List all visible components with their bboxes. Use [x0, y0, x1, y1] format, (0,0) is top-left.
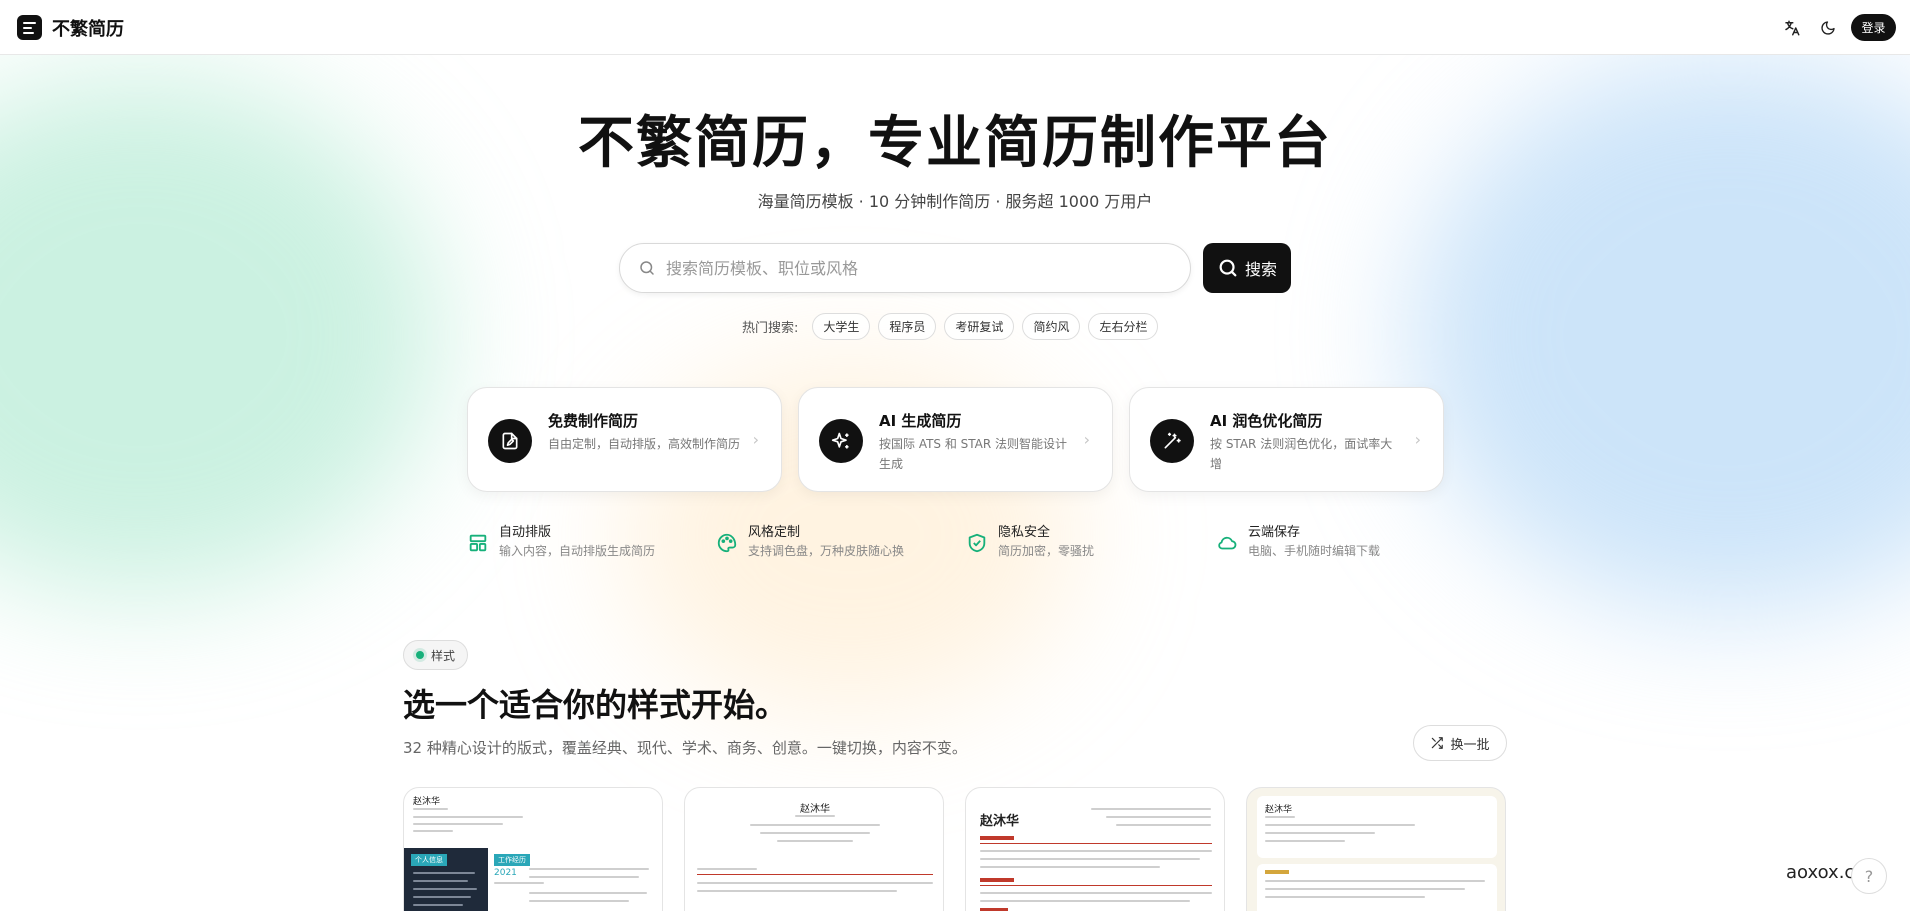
feature-desc: 输入内容，自动排版生成简历 [499, 544, 656, 558]
section-tag-label: 样式 [431, 648, 456, 663]
refresh-label: 换一批 [1450, 737, 1490, 753]
card-free-resume[interactable]: 免费制作简历 自由定制，自动排版，高效制作简历 › [467, 387, 782, 492]
feature-title: 自动排版 [499, 525, 552, 540]
section-desc: 32 种精心设计的版式，覆盖经典、现代、学术、商务、创意。一键切换，内容不变。 [403, 739, 967, 757]
shield-check-icon [968, 533, 986, 553]
file-edit-icon [488, 419, 532, 463]
template-name: 赵沐华 [1265, 805, 1293, 815]
chevron-right-icon: › [752, 430, 759, 449]
hot-tag[interactable]: 左右分栏 [1088, 313, 1159, 340]
card-ai-generate[interactable]: AI 生成简历 按国际 ATS 和 STAR 法则智能设计生成 › [798, 387, 1113, 492]
hot-tag[interactable]: 大学生 [812, 313, 871, 340]
template-card[interactable]: 赵沐华 [1246, 787, 1506, 911]
card-desc: 按 STAR 法则润色优化，面试率大增 [1210, 437, 1393, 471]
feature-cloud-save: 云端保存 电脑、手机随时编辑下载 [1216, 524, 1380, 560]
template-card[interactable]: 赵沐华 [965, 787, 1225, 911]
card-desc: 按国际 ATS 和 STAR 法则智能设计生成 [879, 437, 1068, 471]
status-dot-icon [416, 651, 424, 659]
shuffle-icon [1432, 737, 1444, 749]
template-name: 赵沐华 [800, 804, 830, 815]
hero-subtitle: 海量简历模板 · 10 分钟制作简历 · 服务超 1000 万用户 [757, 192, 1153, 211]
refresh-templates-button[interactable]: 换一批 [1413, 725, 1507, 761]
card-title: AI 生成简历 [879, 412, 962, 430]
template-card[interactable]: 赵沐华 个人信息 工作经历 2021 [403, 787, 663, 911]
hot-search-label: 热门搜索: [742, 321, 799, 336]
feature-title: 风格定制 [748, 525, 801, 540]
card-desc: 自由定制，自动排版，高效制作简历 [548, 437, 741, 451]
template-name: 赵沐华 [413, 797, 441, 807]
chevron-right-icon: › [1414, 430, 1421, 449]
search-input[interactable] [666, 258, 1146, 278]
feature-title: 隐私安全 [998, 525, 1051, 540]
hot-tag[interactable]: 考研复试 [944, 313, 1015, 340]
template-year: 2021 [494, 868, 517, 878]
sparkles-icon [819, 419, 863, 463]
feature-privacy: 隐私安全 简历加密，零骚扰 [966, 524, 1094, 560]
feature-desc: 简历加密，零骚扰 [998, 544, 1095, 558]
palette-icon [717, 533, 737, 553]
feature-style-custom: 风格定制 支持调色盘，万种皮肤随心换 [716, 524, 904, 560]
hot-tag[interactable]: 简约风 [1022, 313, 1081, 340]
search-icon [640, 261, 654, 275]
template-badge: 个人信息 [411, 854, 447, 866]
feature-desc: 支持调色盘，万种皮肤随心换 [748, 544, 905, 558]
search-button-label: 搜索 [1244, 260, 1277, 279]
help-button[interactable]: ? [1851, 858, 1887, 894]
card-ai-polish[interactable]: AI 润色优化简历 按 STAR 法则润色优化，面试率大增 › [1129, 387, 1444, 492]
login-button[interactable]: 登录 [1851, 14, 1896, 41]
search-icon [1219, 259, 1237, 277]
section-tag: 样式 [403, 640, 469, 670]
hot-tag[interactable]: 程序员 [878, 313, 937, 340]
feature-title: 云端保存 [1248, 525, 1301, 540]
template-name: 赵沐华 [980, 814, 1020, 829]
chevron-right-icon: › [1083, 430, 1090, 449]
section-title: 选一个适合你的样式开始。 [403, 686, 788, 724]
translate-icon[interactable] [1781, 17, 1803, 39]
card-title: AI 润色优化简历 [1210, 412, 1323, 430]
brand-name[interactable]: 不繁简历 [52, 15, 124, 41]
template-card[interactable]: 赵沐华 [684, 787, 944, 911]
layout-icon [469, 534, 487, 552]
search-bar[interactable] [619, 243, 1191, 293]
top-navbar: 不繁简历 登录 [0, 0, 1910, 55]
card-title: 免费制作简历 [548, 412, 639, 430]
template-badge: 工作经历 [494, 854, 530, 866]
feature-auto-layout: 自动排版 输入内容，自动排版生成简历 [467, 524, 655, 560]
feature-desc: 电脑、手机随时编辑下载 [1248, 544, 1381, 558]
hot-search-row: 热门搜索: 大学生 程序员 考研复试 简约风 左右分栏 [742, 313, 1159, 340]
magic-wand-icon [1150, 419, 1194, 463]
search-button[interactable]: 搜索 [1203, 243, 1291, 293]
logo-icon[interactable] [17, 15, 42, 40]
template-sidebar: 个人信息 [404, 848, 488, 911]
moon-icon[interactable] [1817, 17, 1839, 39]
hero-title: 不繁简历，专业简历制作平台 [578, 110, 1332, 176]
cloud-icon [1218, 536, 1237, 550]
